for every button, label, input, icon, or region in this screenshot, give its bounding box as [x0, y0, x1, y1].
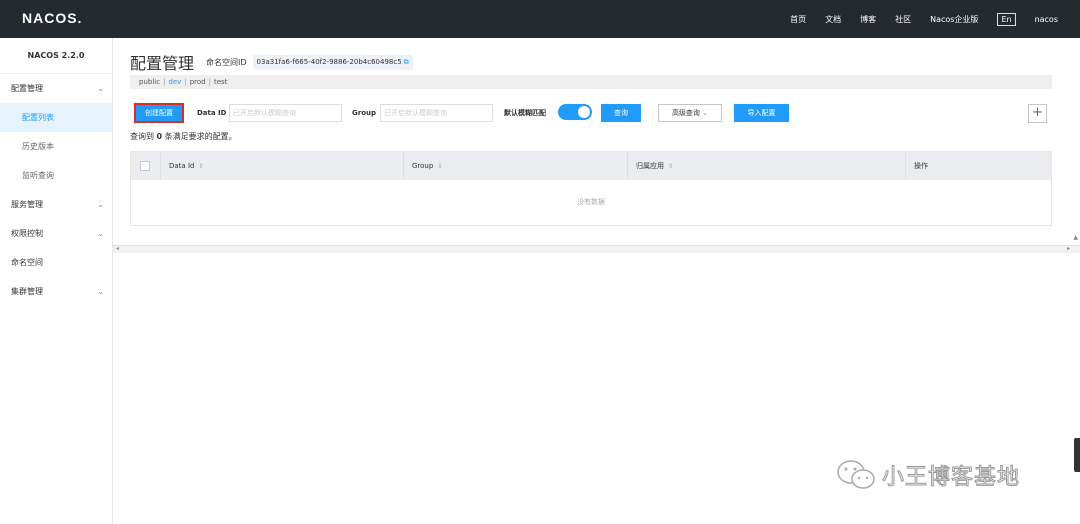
- sidebar-item-label: 集群管理: [11, 287, 43, 296]
- toggle-knob: [578, 106, 590, 118]
- column-label: Group: [412, 162, 434, 170]
- sidebar-item-label: 服务管理: [11, 200, 43, 209]
- query-button[interactable]: 查询: [601, 104, 641, 122]
- sidebar-item-label: 历史版本: [22, 142, 54, 151]
- sort-icon[interactable]: ⇕: [198, 163, 203, 170]
- result-prefix: 查询到: [130, 132, 154, 141]
- sort-icon[interactable]: ⇕: [437, 163, 442, 170]
- add-icon[interactable]: +: [1028, 104, 1047, 123]
- group-label: Group: [352, 109, 377, 117]
- nav-community[interactable]: 社区: [895, 14, 911, 25]
- column-label: 操作: [914, 162, 928, 170]
- nacos-logo[interactable]: NACOS.: [22, 10, 82, 26]
- query-result-summary: 查询到 0 条满足要求的配置。: [130, 131, 237, 142]
- horizontal-scrollbar[interactable]: ◂ ▸: [113, 245, 1080, 253]
- sidebar-item-access-control[interactable]: 权限控制 ⌄: [0, 219, 112, 248]
- create-config-button[interactable]: 创建配置: [134, 103, 184, 123]
- namespace-tabs: public | dev | prod | test: [130, 75, 1052, 89]
- column-label: Data Id: [169, 162, 195, 170]
- select-all-checkbox[interactable]: [140, 161, 150, 171]
- language-switch[interactable]: En: [997, 12, 1016, 26]
- advanced-query-dropdown[interactable]: 高级查询 ⌄: [658, 104, 722, 122]
- namespace-separator: |: [184, 78, 187, 86]
- sidebar-item-history[interactable]: 历史版本: [0, 132, 112, 161]
- dataid-input[interactable]: 已开启默认模糊查询: [229, 104, 342, 122]
- chevron-down-icon: ⌄: [97, 84, 104, 93]
- scroll-right-arrow-icon[interactable]: ▸: [1067, 245, 1070, 252]
- result-suffix: 条满足要求的配置。: [164, 132, 237, 141]
- import-config-button[interactable]: 导入配置: [734, 104, 789, 122]
- wechat-icon: [836, 458, 876, 492]
- main-content: 配置管理 命名空间ID 03a31fa6-f665-40f2-9886-20b4…: [113, 38, 1080, 524]
- dataid-label: Data ID: [197, 109, 227, 117]
- top-navbar: NACOS. 首页 文档 博客 社区 Nacos企业版 En nacos: [0, 0, 1080, 38]
- query-toolbar: 创建配置 Data ID 已开启默认模糊查询 Group 已开启默认模糊查询 默…: [130, 103, 1070, 123]
- empty-state: 没有数据: [577, 198, 605, 206]
- nav-blog[interactable]: 博客: [860, 14, 876, 25]
- top-nav-links: 首页 文档 博客 社区 Nacos企业版 En nacos: [771, 0, 1058, 38]
- column-dataid[interactable]: Data Id ⇕: [161, 152, 404, 180]
- watermark: 小王博客基地: [836, 458, 1020, 492]
- config-table: Data Id ⇕ Group ⇕ 归属应用 ⇕ 操作 没有数据: [130, 151, 1052, 226]
- namespace-tab-public[interactable]: public: [139, 78, 160, 86]
- nav-docs[interactable]: 文档: [825, 14, 841, 25]
- user-menu[interactable]: nacos: [1035, 15, 1058, 24]
- namespace-id-text: 03a31fa6-f665-40f2-9886-20b4c60498c5: [256, 57, 402, 66]
- sidebar-item-config-list[interactable]: 配置列表: [0, 103, 112, 132]
- nav-home[interactable]: 首页: [790, 14, 806, 25]
- sidebar-item-service-management[interactable]: 服务管理 ⌄: [0, 190, 112, 219]
- sidebar-item-listener-query[interactable]: 监听查询: [0, 161, 112, 190]
- sidebar-item-label: 监听查询: [22, 171, 54, 180]
- title-row: 配置管理 命名空间ID 03a31fa6-f665-40f2-9886-20b4…: [130, 50, 413, 74]
- column-label: 归属应用: [636, 162, 664, 170]
- page-title: 配置管理: [130, 54, 195, 73]
- chevron-down-icon: ⌄: [97, 287, 104, 296]
- namespace-separator: |: [163, 78, 166, 86]
- scroll-up-arrow-icon[interactable]: ▲: [1073, 234, 1078, 241]
- chevron-down-icon: ⌄: [97, 229, 104, 238]
- fuzzy-match-label: 默认模糊匹配: [504, 109, 546, 117]
- sidebar-item-label: 命名空间: [11, 258, 43, 267]
- namespace-separator: |: [208, 78, 211, 86]
- table-header: Data Id ⇕ Group ⇕ 归属应用 ⇕ 操作: [131, 152, 1051, 180]
- namespace-tab-prod[interactable]: prod: [190, 78, 206, 86]
- sort-icon[interactable]: ⇕: [668, 163, 673, 170]
- sidebar: NACOS 2.2.0 配置管理 ⌄ 配置列表 历史版本 监听查询 服务管理 ⌄…: [0, 38, 113, 524]
- sidebar-item-namespace[interactable]: 命名空间: [0, 248, 112, 277]
- result-count: 0: [156, 132, 163, 141]
- copy-icon[interactable]: ⧉: [404, 58, 409, 66]
- scroll-left-arrow-icon[interactable]: ◂: [116, 245, 119, 252]
- sidebar-item-label: 权限控制: [11, 229, 43, 238]
- sidebar-item-label: 配置列表: [22, 113, 54, 122]
- namespace-id-label: 命名空间ID: [206, 57, 247, 67]
- fuzzy-match-toggle[interactable]: [558, 104, 592, 120]
- watermark-text: 小王博客基地: [881, 465, 1021, 491]
- column-actions: 操作: [906, 152, 1051, 180]
- sidebar-item-label: 配置管理: [11, 84, 43, 93]
- nav-enterprise[interactable]: Nacos企业版: [930, 14, 978, 25]
- advanced-query-label: 高级查询: [671, 109, 700, 117]
- sidebar-item-cluster-management[interactable]: 集群管理 ⌄: [0, 277, 112, 306]
- column-application[interactable]: 归属应用 ⇕: [628, 152, 906, 180]
- namespace-tab-dev[interactable]: dev: [168, 78, 181, 86]
- chevron-down-icon: ⌄: [97, 200, 104, 209]
- group-input[interactable]: 已开启默认模糊查询: [380, 104, 493, 122]
- namespace-tab-test[interactable]: test: [214, 78, 227, 86]
- namespace-id-value: 03a31fa6-f665-40f2-9886-20b4c60498c5 ⧉: [252, 54, 413, 70]
- chevron-down-icon: ⌄: [702, 109, 709, 117]
- select-all-cell: [131, 152, 161, 180]
- column-group[interactable]: Group ⇕: [404, 152, 628, 180]
- floating-side-tab[interactable]: [1074, 438, 1080, 472]
- version-label: NACOS 2.2.0: [0, 38, 112, 74]
- sidebar-item-config-management[interactable]: 配置管理 ⌄: [0, 74, 112, 103]
